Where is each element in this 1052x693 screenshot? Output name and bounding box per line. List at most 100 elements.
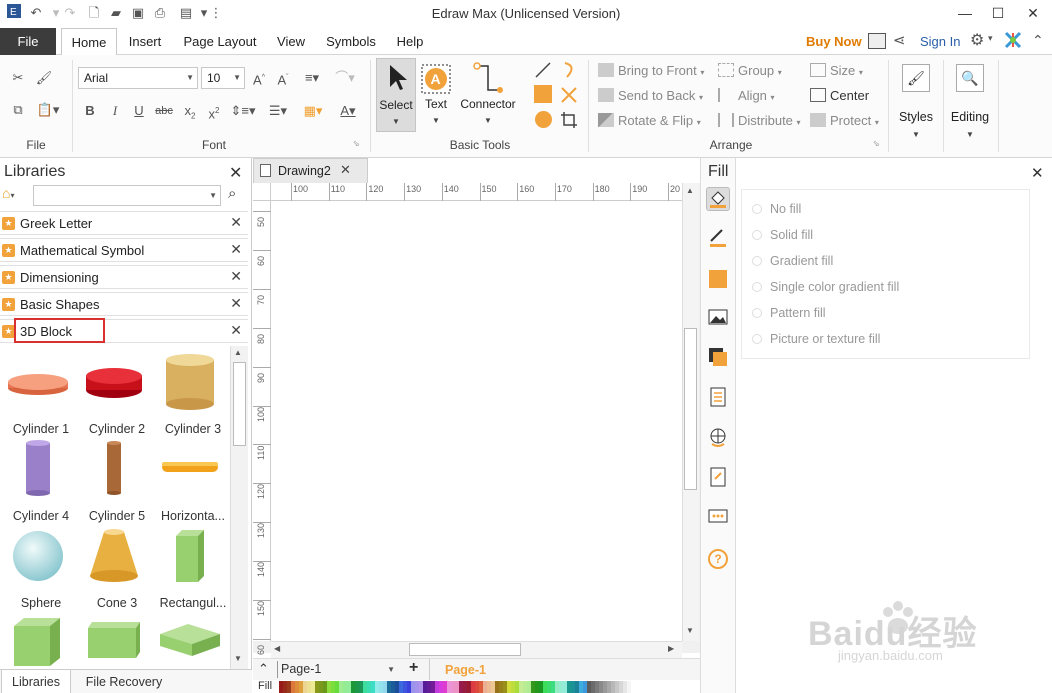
library-item-greek-letter[interactable]: ★ Greek Letter ✕ [0, 211, 248, 235]
shape-cube-1[interactable] [2, 612, 74, 669]
buy-now-link[interactable]: Buy Now [806, 34, 862, 49]
page-select[interactable]: Page-1 ▼ [277, 661, 399, 678]
subscript-icon[interactable]: x2 [180, 101, 200, 121]
settings-dropdown-icon[interactable]: ▾ [988, 33, 993, 44]
close-icon[interactable]: ✕ [230, 241, 242, 258]
tab-insert[interactable]: Insert [122, 28, 168, 55]
crop-tool-icon[interactable] [559, 110, 579, 130]
shape-cube-2[interactable] [78, 612, 150, 669]
rotate-flip-button[interactable]: Rotate & Flip ▾ [598, 111, 701, 131]
center-button[interactable]: Center [810, 86, 869, 106]
close-icon[interactable]: ✕ [230, 295, 242, 312]
image-icon[interactable] [706, 307, 730, 331]
color-swatch[interactable] [627, 681, 631, 693]
close-libraries-icon[interactable]: ✕ [229, 163, 242, 183]
shape-cone-3[interactable]: Cone 3 [78, 526, 150, 610]
print-icon[interactable]: ⎙ [150, 3, 170, 23]
export-icon[interactable]: ▤ [176, 3, 196, 23]
scroll-down-icon[interactable]: ▼ [234, 654, 242, 663]
tab-home[interactable]: Home [61, 28, 117, 56]
close-icon[interactable]: ✕ [230, 322, 242, 339]
scrollbar-thumb[interactable] [233, 362, 246, 446]
file-menu-tab[interactable]: File [0, 28, 56, 55]
customize-qa-icon[interactable]: ⋮ [206, 3, 226, 23]
font-family-select[interactable]: Arial ▼ [78, 67, 198, 89]
help-icon[interactable]: ? [706, 547, 730, 571]
scroll-up-icon[interactable]: ▲ [686, 186, 694, 195]
fill-option-single-color-gradient[interactable]: Single color gradient fill [752, 280, 899, 294]
paste-icon[interactable]: 📋▾ [34, 100, 62, 120]
connector-tool-button[interactable]: Connector ▼ [456, 60, 520, 132]
close-tab-icon[interactable]: ✕ [340, 162, 351, 178]
close-icon[interactable]: ✕ [230, 214, 242, 231]
fill-option-picture-texture[interactable]: Picture or texture fill [752, 332, 880, 346]
strikethrough-icon[interactable]: abc [154, 101, 174, 121]
ellipse-tool-icon[interactable] [535, 111, 552, 128]
shape-cylinder-4[interactable]: Cylinder 4 [2, 439, 74, 523]
new-file-icon[interactable]: 🗋 [84, 3, 104, 23]
protect-button[interactable]: Protect ▾ [810, 111, 879, 131]
page-tab-1[interactable]: Page-1 [429, 659, 509, 681]
chevron-up-icon[interactable]: ⌃ [258, 661, 269, 677]
scroll-up-icon[interactable]: ▲ [234, 348, 242, 357]
shadow-icon[interactable] [706, 267, 730, 291]
library-search-input[interactable]: ▼ [33, 185, 221, 206]
library-item-basic-shapes[interactable]: ★ Basic Shapes ✕ [0, 292, 248, 316]
fill-option-no-fill[interactable]: No fill [752, 202, 801, 216]
shape-slab[interactable] [154, 612, 226, 669]
styles-button[interactable]: 🖌 Styles ▼ [894, 60, 938, 142]
shape-horizontal-cylinder[interactable]: Horizonta... [154, 439, 226, 523]
text-direction-icon[interactable]: ⌒▾ [330, 68, 360, 88]
close-icon[interactable]: ✕ [230, 268, 242, 285]
document-tab[interactable]: Drawing2 ✕ [253, 158, 368, 183]
close-fill-panel-icon[interactable]: ✕ [1031, 164, 1044, 182]
share-icon[interactable]: ⋖ [893, 31, 906, 49]
fill-bucket-icon[interactable] [706, 187, 730, 211]
scroll-down-icon[interactable]: ▼ [686, 626, 694, 635]
group-button[interactable]: Group ▾ [718, 61, 782, 81]
scrollbar-thumb[interactable] [684, 328, 697, 490]
font-dialog-launcher-icon[interactable]: ⬂ [353, 139, 360, 148]
close-window-icon[interactable]: ✕ [1018, 2, 1048, 24]
increase-font-icon[interactable]: A^ [249, 68, 269, 88]
shape-cylinder-5[interactable]: Cylinder 5 [78, 439, 150, 523]
add-page-icon[interactable]: + [409, 659, 418, 677]
page-properties-icon[interactable] [706, 387, 730, 411]
shape-sphere[interactable]: Sphere [2, 526, 74, 610]
layers-icon[interactable] [706, 347, 730, 371]
canvas-vertical-scrollbar[interactable]: ▲ ▼ [682, 183, 699, 641]
line-tool-icon[interactable] [533, 60, 553, 80]
fill-option-gradient[interactable]: Gradient fill [752, 254, 833, 268]
arrange-dialog-launcher-icon[interactable]: ⬂ [873, 139, 880, 148]
editing-button[interactable]: 🔍 Editing ▼ [948, 60, 992, 142]
canvas-horizontal-scrollbar[interactable]: ◀ ▶ [271, 641, 682, 658]
shape-cylinder-1[interactable]: Cylinder 1 [2, 352, 74, 436]
save-icon[interactable]: ▣ [128, 3, 148, 23]
tab-view[interactable]: View [272, 28, 310, 55]
font-size-select[interactable]: 10 ▼ [201, 67, 245, 89]
app-logo-icon[interactable]: E [4, 3, 24, 23]
underline-icon[interactable]: U [129, 101, 149, 121]
scrollbar-thumb[interactable] [409, 643, 521, 656]
theme-icon[interactable] [1004, 31, 1022, 49]
library-scrollbar[interactable]: ▲ ▼ [230, 346, 248, 669]
tab-libraries[interactable]: Libraries [1, 670, 71, 693]
rectangle-tool-icon[interactable] [534, 85, 552, 103]
text-tool-button[interactable]: A Text ▼ [420, 60, 452, 132]
shape-cylinder-3[interactable]: Cylinder 3 [154, 352, 226, 436]
size-button[interactable]: Size ▾ [810, 61, 863, 81]
drawing-page[interactable] [271, 201, 682, 641]
comment-icon[interactable] [706, 507, 730, 531]
bring-to-front-button[interactable]: Bring to Front ▾ [598, 61, 704, 81]
settings-gear-icon[interactable]: ⚙ [970, 30, 984, 50]
redo-icon[interactable]: ↷ [60, 3, 80, 23]
library-item-dimensioning[interactable]: ★ Dimensioning ✕ [0, 265, 248, 289]
fill-option-pattern[interactable]: Pattern fill [752, 306, 826, 320]
collapse-ribbon-icon[interactable]: ⌃ [1032, 32, 1044, 49]
font-color-icon[interactable]: A▾ [334, 101, 362, 121]
text-highlight-icon[interactable]: ▦▾ [299, 101, 327, 121]
minimize-icon[interactable]: — [950, 2, 980, 24]
align-button[interactable]: Align ▾ [718, 86, 775, 106]
store-icon[interactable] [868, 33, 886, 49]
arc-tool-icon[interactable] [559, 60, 579, 80]
